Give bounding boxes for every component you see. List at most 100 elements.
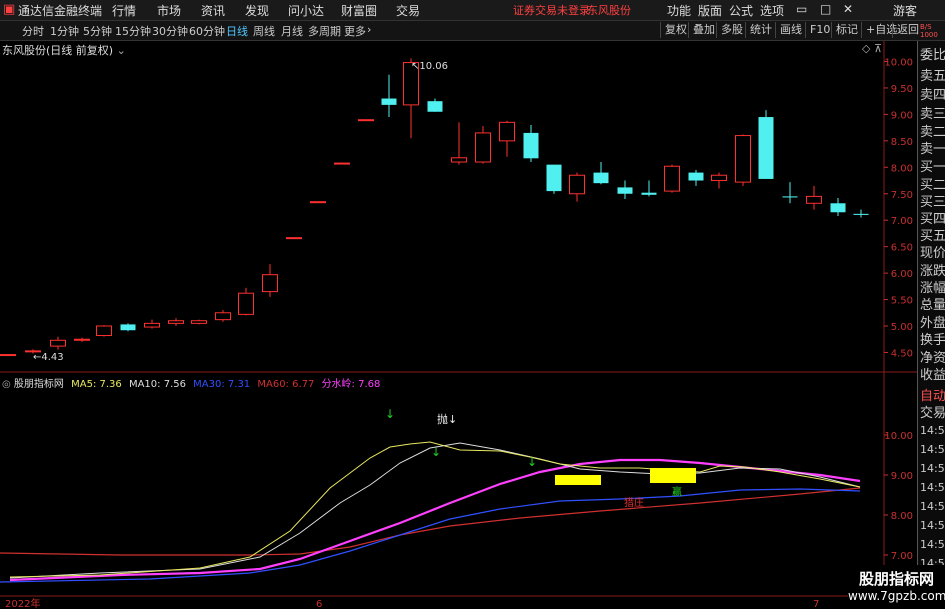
ma10-line <box>9 442 861 579</box>
candle-body-up <box>144 322 160 328</box>
low-price-label: ←4.43 <box>33 352 64 363</box>
dropdown-icon[interactable]: ⌄ <box>117 44 126 57</box>
x-axis-label-year: 2022年 <box>5 597 40 609</box>
menu-zixun[interactable]: 资讯 <box>201 2 225 19</box>
panel-trade[interactable]: 交易 <box>920 402 945 421</box>
panel-time: 14:56 <box>920 424 945 437</box>
candle-body-down <box>853 213 869 215</box>
ma60-line <box>0 487 861 556</box>
y-tick-label: 7.00 <box>891 216 913 227</box>
menu-gongshi[interactable]: 公式 <box>729 2 753 19</box>
diejia-button[interactable]: 叠加 <box>688 22 719 38</box>
y-tick-label: 10.00 <box>884 58 913 69</box>
period-15min[interactable]: 15分钟 <box>115 23 151 39</box>
yellow-signal-bar <box>555 475 601 485</box>
bs-indicator[interactable]: B/S 1000 <box>920 23 938 39</box>
period-60min[interactable]: 60分钟 <box>189 23 225 39</box>
watermark-title: 股朋指标网 <box>858 570 934 588</box>
period-30min[interactable]: 30分钟 <box>152 23 188 39</box>
menu-xuanxiang[interactable]: 选项 <box>760 2 784 19</box>
panel-time: 14:56 <box>920 538 945 551</box>
menu-jiaoyi[interactable]: 交易 <box>396 2 420 19</box>
huaxian-button[interactable]: 画线 <box>775 22 806 38</box>
period-1min[interactable]: 1分钟 <box>50 23 79 39</box>
menu-banmian[interactable]: 版面 <box>698 2 722 19</box>
indicator-tick-label: 8.00 <box>891 511 913 522</box>
hunt-signal-label: 猎庄 <box>624 496 644 509</box>
menu-hangqing[interactable]: 行情 <box>112 2 136 19</box>
period-5min[interactable]: 5分钟 <box>83 23 112 39</box>
candle-body-down <box>641 192 657 195</box>
panel-time: 14:56 <box>920 500 945 513</box>
period-more[interactable]: 更多 <box>344 23 366 39</box>
panel-sell5: 卖五 <box>920 69 945 84</box>
panel-sell4: 卖四 <box>920 88 945 103</box>
candle-body-up <box>451 157 467 163</box>
restore-button[interactable]: □ <box>820 2 831 16</box>
y-tick-label: 8.50 <box>891 137 913 148</box>
period-daily[interactable]: 日线 <box>226 23 248 39</box>
candle-body-up <box>96 325 112 337</box>
y-tick-label: 6.00 <box>891 269 913 280</box>
back-button[interactable]: 返回 <box>892 22 923 38</box>
menu-wenxiaoda[interactable]: 问小达 <box>288 2 324 19</box>
period-multi[interactable]: 多周期 <box>308 23 341 39</box>
menu-caifuquan[interactable]: 财富圈 <box>341 2 377 19</box>
candle-body-up <box>569 174 585 195</box>
pane-controls[interactable]: ◇ ⊼ <box>862 42 882 55</box>
candle-body-up <box>215 312 231 321</box>
candle-body-up <box>735 135 751 183</box>
candle-body-down <box>120 324 136 331</box>
indicator-gear-icon[interactable]: ◎ <box>2 379 11 390</box>
period-weekly[interactable]: 周线 <box>253 23 275 39</box>
candle-body-down <box>758 117 774 179</box>
app-logo-icon: ▣ <box>3 2 16 17</box>
close-button[interactable]: ✕ <box>843 2 853 16</box>
main-y-ticks: 10.00 9.50 9.00 8.50 8.00 7.50 7.00 6.50 6.00 5.5… <box>884 58 913 359</box>
login-notice[interactable]: 证券交易未登录 <box>513 2 590 18</box>
candle-body-up <box>806 195 822 204</box>
x-axis-label-july: 7 <box>813 599 819 609</box>
legend-ma5: MA5: 7.36 <box>71 379 122 390</box>
y-tick-label: 5.50 <box>891 296 913 307</box>
tongji-button[interactable]: 统计 <box>745 22 776 38</box>
candle-body-up <box>664 165 680 192</box>
candle-body-down <box>830 203 846 213</box>
y-tick-label: 9.00 <box>891 110 913 121</box>
panel-time: 14:56 <box>920 462 945 475</box>
legend-ma60: MA60: 6.77 <box>257 379 315 390</box>
period-fenshi[interactable]: 分时 <box>22 23 44 39</box>
candle-body-down <box>523 132 539 159</box>
right-info-panel: 委比 卖五 卖四 卖三 卖二 卖一 买一 买二 买三 买四 买五 现价 涨跌 涨… <box>917 41 945 609</box>
y-tick-label: 7.50 <box>891 190 913 201</box>
candle-body-down <box>782 196 798 198</box>
indicator-tick-label: 7.00 <box>891 551 913 562</box>
y-tick-label: 5.00 <box>891 322 913 333</box>
panel-price: 现价 <box>920 246 945 261</box>
kline-chart[interactable]: 10.00 9.50 9.00 8.50 8.00 7.50 7.00 6.50 6.00 5.5… <box>0 41 917 609</box>
sell-signal-label: 抛↓ <box>437 412 457 426</box>
period-monthly[interactable]: 月线 <box>281 23 303 39</box>
legend-ma30: MA30: 7.31 <box>193 379 251 390</box>
watermark-url: www.7gpzb.com <box>848 589 945 603</box>
menu-shichang[interactable]: 市场 <box>157 2 181 19</box>
biaoji-button[interactable]: 标记 <box>831 22 862 38</box>
indicator-name[interactable]: 股朋指标网 <box>14 379 64 390</box>
menu-faxian[interactable]: 发现 <box>245 2 269 19</box>
menu-gongneng[interactable]: 功能 <box>667 2 691 19</box>
win-signal-label: 赢 <box>672 485 682 498</box>
candle-body-up <box>191 320 207 324</box>
candle-body-up <box>50 339 66 347</box>
f10-button[interactable]: F10 <box>805 22 834 38</box>
green-arrow-down-icon: ↓ <box>431 445 441 459</box>
chevron-right-icon[interactable]: › <box>367 23 371 36</box>
fuquan-button[interactable]: 复权 <box>660 22 691 38</box>
panel-weibi[interactable]: 委比 <box>920 44 945 63</box>
guest-label[interactable]: 游客 <box>893 2 917 19</box>
candle-body-down <box>427 101 443 112</box>
candle-body-up <box>74 338 90 341</box>
duogu-button[interactable]: 多股 <box>716 22 747 38</box>
panel-time: 14:56 <box>920 519 945 532</box>
candle-body-down <box>381 98 397 105</box>
minimize-button[interactable]: ▭ <box>796 2 807 16</box>
